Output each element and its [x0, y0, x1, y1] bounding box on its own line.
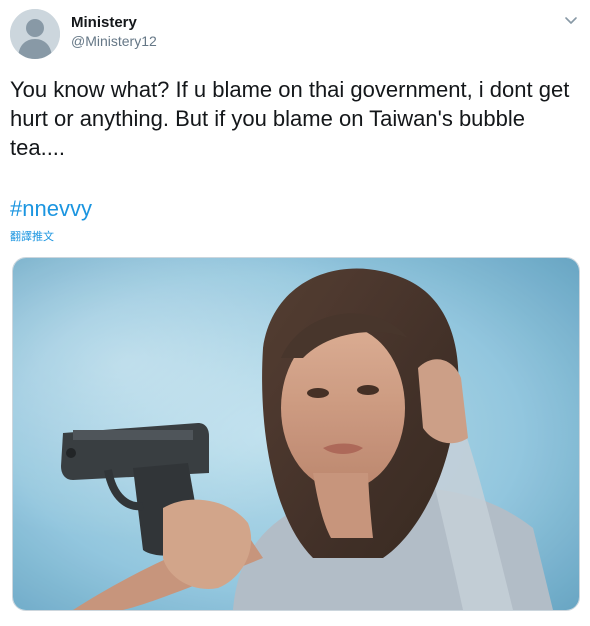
- tweet-menu-button[interactable]: [562, 14, 580, 28]
- translate-tweet-link[interactable]: 翻譯推文: [10, 230, 54, 244]
- chevron-down-icon: [565, 17, 577, 24]
- display-name[interactable]: Ministery: [71, 13, 157, 32]
- default-avatar-icon: [10, 9, 60, 59]
- tweet-card: Ministery @Ministery12 You know what? If…: [0, 0, 590, 626]
- tweet-text: You know what? If u blame on thai govern…: [10, 77, 570, 160]
- tweet-media-image[interactable]: [12, 257, 580, 611]
- hashtag-link[interactable]: #nnevvy: [10, 195, 92, 223]
- user-handle[interactable]: @Ministery12: [71, 32, 157, 50]
- author-block: Ministery @Ministery12: [71, 13, 157, 50]
- media-photo: [13, 258, 579, 610]
- avatar[interactable]: [10, 9, 60, 59]
